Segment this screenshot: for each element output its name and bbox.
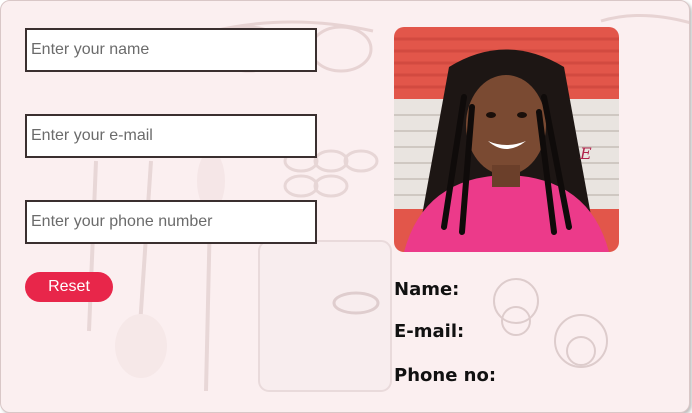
profile-photo: E	[394, 27, 619, 252]
profile-photo-image: E	[394, 27, 619, 252]
email-input[interactable]	[25, 114, 317, 158]
reset-button[interactable]: Reset	[25, 272, 113, 302]
name-label: Name:	[394, 279, 460, 300]
phone-input[interactable]	[25, 200, 317, 244]
phone-label: Phone no:	[394, 365, 497, 386]
photo-watermark-logo: E	[579, 144, 592, 163]
email-label: E-mail:	[394, 321, 465, 342]
name-input[interactable]	[25, 28, 317, 72]
profile-card: Reset	[0, 0, 690, 413]
